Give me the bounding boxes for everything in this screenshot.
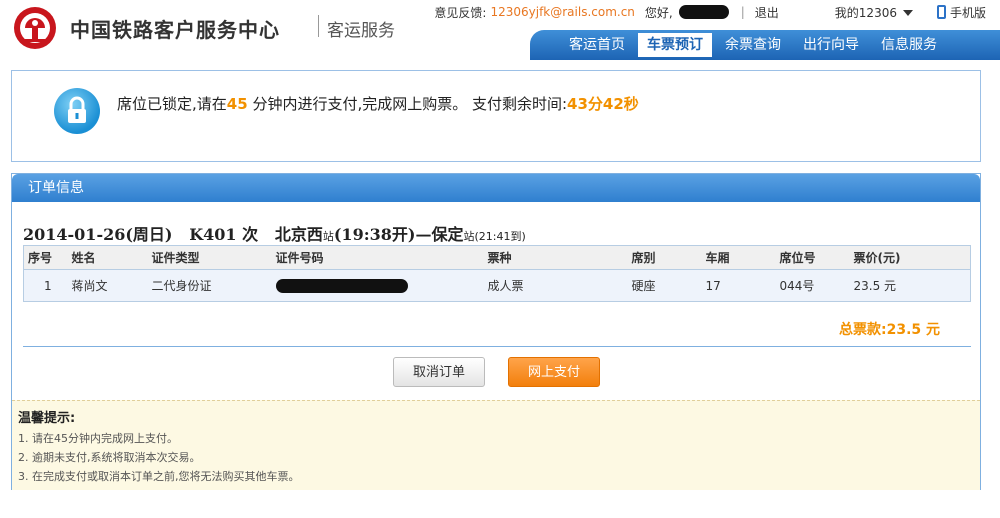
tip-item: 1. 请在45分钟内完成网上支付。 xyxy=(18,432,178,445)
payment-minutes: 45 xyxy=(226,95,248,113)
cell-seat-class: 硬座 xyxy=(627,269,702,302)
from-station: 北京西 xyxy=(274,225,323,244)
col-seat-class: 席别 xyxy=(627,245,702,270)
notice-text-b: 分钟内进行支付,完成网上购票。 支付剩余时间: xyxy=(252,95,568,113)
top-utility-bar: 意见反馈: 12306yjfk@rails.com.cn 您好, | 退出 我的… xyxy=(430,3,1000,21)
depart-time: (19:38开) xyxy=(333,225,416,244)
logout-link[interactable]: 退出 xyxy=(755,4,779,21)
remaining-time: 43分42秒 xyxy=(567,95,639,113)
cell-no: 1 xyxy=(23,269,68,302)
redacted-id-number xyxy=(275,278,408,293)
passenger-table: 序号 姓名 证件类型 证件号码 票种 席别 车厢 席位号 票价(元) 1 蒋尚文… xyxy=(23,245,971,302)
cell-seat-no: 044号 xyxy=(775,269,850,302)
to-station-suffix: 站 xyxy=(463,230,475,243)
cell-ticket-type: 成人票 xyxy=(483,269,628,302)
main-nav: 客运首页 车票预订 余票查询 出行向导 信息服务 xyxy=(530,30,1000,60)
online-pay-button[interactable]: 网上支付 xyxy=(508,357,600,387)
col-name: 姓名 xyxy=(67,245,148,270)
mobile-label: 手机版 xyxy=(949,5,986,20)
cancel-order-button[interactable]: 取消订单 xyxy=(393,357,485,387)
cell-name: 蒋尚文 xyxy=(67,269,148,302)
table-row: 1 蒋尚文 二代身份证 成人票 硬座 17 044号 23.5 元 xyxy=(23,269,971,302)
seat-locked-notice: 席位已锁定,请在45 分钟内进行支付,完成网上购票。 支付剩余时间:43分42秒 xyxy=(11,70,981,162)
site-subtitle: 客运服务 xyxy=(327,21,395,41)
col-id-number: 证件号码 xyxy=(271,245,484,270)
page-header: 中国铁路客户服务中心 客运服务 意见反馈: 12306yjfk@rails.co… xyxy=(0,0,1000,60)
trip-date: 2014-01-26(周日) xyxy=(23,225,173,244)
railway-logo-icon[interactable] xyxy=(12,5,58,51)
chevron-down-icon xyxy=(902,10,913,16)
order-info-panel: 订单信息 2014-01-26(周日) K401 次 北京西站(19:38开)—… xyxy=(11,173,981,490)
order-panel-title: 订单信息 xyxy=(12,174,980,202)
feedback-email-link[interactable]: 12306yjfk@rails.com.cn xyxy=(490,5,634,19)
total-fare: 总票款:23.5 元 xyxy=(838,322,940,338)
tip-item: 3. 在完成支付或取消本订单之前,您将无法购买其他车票。 xyxy=(18,470,300,483)
my-account-label: 我的12306 xyxy=(834,5,897,20)
col-car: 车厢 xyxy=(701,245,776,270)
my-account-menu[interactable]: 我的12306 xyxy=(835,4,913,21)
phone-icon xyxy=(936,5,946,19)
feedback-label: 意见反馈: xyxy=(434,5,487,20)
nav-item-info-service[interactable]: 信息服务 xyxy=(872,33,946,57)
site-title[interactable]: 中国铁路客户服务中心 xyxy=(70,14,280,43)
nav-item-home[interactable]: 客运首页 xyxy=(560,33,634,57)
col-no: 序号 xyxy=(23,245,68,270)
cell-id-number xyxy=(271,269,484,302)
separator: | xyxy=(740,5,745,19)
col-ticket-type: 票种 xyxy=(483,245,628,270)
cell-car: 17 xyxy=(701,269,776,302)
to-station: 保定 xyxy=(431,225,464,244)
tip-item: 2. 逾期未支付,系统将取消本次交易。 xyxy=(18,451,201,464)
lock-icon xyxy=(54,88,100,134)
greeting-text: 您好, xyxy=(644,5,673,20)
panel-divider xyxy=(23,346,971,347)
nav-item-remaining-tickets[interactable]: 余票查询 xyxy=(716,33,790,57)
warm-tips: 温馨提示: 1. 请在45分钟内完成网上支付。 2. 逾期未支付,系统将取消本次… xyxy=(12,400,980,490)
train-number: K401 xyxy=(189,225,237,244)
tips-title: 温馨提示: xyxy=(18,411,76,426)
nav-item-travel-guide[interactable]: 出行向导 xyxy=(794,33,868,57)
arrive-time: (21:41到) xyxy=(474,230,526,243)
trip-dash: — xyxy=(415,225,432,244)
title-divider xyxy=(318,15,319,37)
redacted-username xyxy=(678,5,729,19)
col-seat-no: 席位号 xyxy=(775,245,850,270)
col-price: 票价(元) xyxy=(849,245,971,270)
notice-text-a: 席位已锁定,请在 xyxy=(117,95,227,113)
col-id-type: 证件类型 xyxy=(147,245,272,270)
nav-item-booking[interactable]: 车票预订 xyxy=(638,33,712,57)
trip-summary: 2014-01-26(周日) K401 次 北京西站(19:38开)—保定站(2… xyxy=(23,221,526,245)
from-station-suffix: 站 xyxy=(322,230,334,243)
mobile-version-link[interactable]: 手机版 xyxy=(936,4,986,21)
cell-price: 23.5 元 xyxy=(849,269,971,302)
table-header-row: 序号 姓名 证件类型 证件号码 票种 席别 车厢 席位号 票价(元) xyxy=(23,245,971,270)
notice-message: 席位已锁定,请在45 分钟内进行支付,完成网上购票。 支付剩余时间:43分42秒 xyxy=(117,93,639,114)
cell-id-type: 二代身份证 xyxy=(147,269,272,302)
train-suffix: 次 xyxy=(242,225,259,244)
